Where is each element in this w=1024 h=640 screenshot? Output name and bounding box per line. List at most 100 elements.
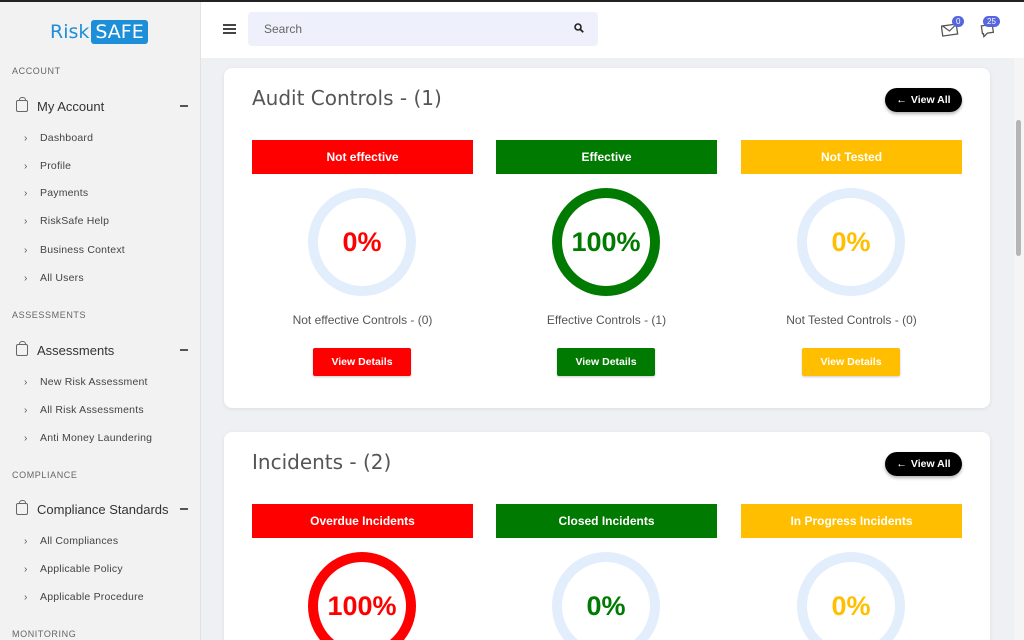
percent-value: 0% bbox=[586, 590, 626, 621]
sidebar-item-label: RiskSafe Help bbox=[40, 215, 110, 227]
incidents-title: Incidents - (2) bbox=[252, 450, 392, 474]
sidebar-item-all-users[interactable]: › All Users bbox=[24, 272, 84, 284]
sidebar-item-label: Applicable Procedure bbox=[40, 591, 144, 603]
sidebar-item-label: Payments bbox=[40, 187, 89, 199]
chevron-right-icon: › bbox=[24, 432, 28, 444]
audit-controls-card: Audit Controls - (1) ← View All Not effec… bbox=[224, 68, 990, 408]
top-header: 0 25 bbox=[201, 2, 1024, 58]
sidebar-group-label: Assessments bbox=[37, 342, 115, 358]
sidebar-item-all-risk-assessments[interactable]: › All Risk Assessments bbox=[24, 404, 144, 416]
incidents-column-in-progress: In Progress Incidents 0% bbox=[741, 504, 962, 640]
section-header-monitoring: MONITORING bbox=[12, 629, 77, 639]
sidebar-item-label: New Risk Assessment bbox=[40, 376, 148, 388]
sidebar-item-new-risk-assessment[interactable]: › New Risk Assessment bbox=[24, 376, 148, 388]
sidebar-item-profile[interactable]: › Profile bbox=[24, 160, 71, 172]
chevron-right-icon: › bbox=[24, 404, 28, 416]
progress-ring: 0% bbox=[308, 188, 416, 296]
sidebar-group-compliance-standards[interactable]: Compliance Standards bbox=[16, 499, 188, 519]
column-label: Not Tested Controls - (0) bbox=[786, 313, 917, 327]
incidents-card: Incidents - (2) ← View All Overdue Incide… bbox=[224, 432, 990, 640]
sidebar-item-anti-money-laundering[interactable]: › Anti Money Laundering bbox=[24, 432, 152, 444]
percent-value: 0% bbox=[831, 590, 871, 621]
view-details-button[interactable]: View Details bbox=[557, 348, 655, 376]
sidebar-item-applicable-procedure[interactable]: › Applicable Procedure bbox=[24, 591, 144, 603]
progress-ring: 0% bbox=[797, 188, 905, 296]
sidebar-item-label: Anti Money Laundering bbox=[40, 432, 153, 444]
bag-icon bbox=[16, 500, 28, 515]
menu-toggle-icon[interactable] bbox=[223, 24, 236, 34]
sidebar-item-label: All Compliances bbox=[40, 535, 119, 547]
collapse-icon[interactable] bbox=[180, 508, 188, 510]
logo-text-safe: SAFE bbox=[91, 20, 148, 44]
chevron-right-icon: › bbox=[24, 591, 28, 603]
chevron-right-icon: › bbox=[24, 535, 28, 547]
sidebar-item-applicable-policy[interactable]: › Applicable Policy bbox=[24, 563, 123, 575]
progress-ring: 100% bbox=[308, 552, 416, 640]
progress-ring: 0% bbox=[797, 552, 905, 640]
sidebar-item-label: Profile bbox=[40, 160, 72, 172]
audit-column-not-effective: Not effective 0% Not effective Controls … bbox=[252, 140, 473, 376]
arrow-left-icon: ← bbox=[896, 94, 907, 106]
view-all-label: View All bbox=[910, 94, 951, 106]
sidebar-item-label: Applicable Policy bbox=[40, 563, 123, 575]
column-header: Not Tested bbox=[741, 140, 962, 174]
search-bar bbox=[248, 12, 598, 46]
sidebar-item-business-context[interactable]: › Business Context bbox=[24, 244, 125, 256]
incidents-column-closed: Closed Incidents 0% bbox=[496, 504, 717, 640]
sidebar-item-label: All Risk Assessments bbox=[40, 404, 144, 416]
page-scrollbar[interactable] bbox=[1014, 58, 1024, 640]
sidebar-item-dashboard[interactable]: › Dashboard bbox=[24, 132, 93, 144]
progress-ring: 100% bbox=[552, 188, 660, 296]
view-details-button[interactable]: View Details bbox=[802, 348, 900, 376]
sidebar: Risk SAFE ACCOUNT My Account › Dashboard … bbox=[0, 2, 201, 640]
search-input[interactable] bbox=[248, 12, 558, 46]
chevron-right-icon: › bbox=[24, 215, 28, 227]
chat-count-badge: 25 bbox=[983, 16, 1000, 27]
chevron-right-icon: › bbox=[24, 563, 28, 575]
bag-icon bbox=[16, 97, 28, 112]
column-header: Not effective bbox=[252, 140, 473, 174]
view-details-button[interactable]: View Details bbox=[313, 348, 411, 376]
logo-text-risk: Risk bbox=[50, 21, 90, 43]
column-header: Closed Incidents bbox=[496, 504, 717, 538]
progress-ring: 0% bbox=[552, 552, 660, 640]
chevron-right-icon: › bbox=[24, 160, 28, 172]
column-label: Not effective Controls - (0) bbox=[292, 313, 433, 327]
audit-column-effective: Effective 100% Effective Controls - (1) … bbox=[496, 140, 717, 376]
collapse-icon[interactable] bbox=[180, 105, 188, 107]
column-header: In Progress Incidents bbox=[741, 504, 962, 538]
search-icon[interactable] bbox=[574, 23, 584, 33]
chevron-right-icon: › bbox=[24, 244, 28, 256]
view-all-label: View All bbox=[910, 458, 951, 470]
chevron-right-icon: › bbox=[24, 376, 28, 388]
bag-icon bbox=[16, 341, 28, 356]
sidebar-item-label: Dashboard bbox=[40, 132, 94, 144]
audit-controls-title: Audit Controls - (1) bbox=[252, 86, 442, 110]
section-header-assessments: ASSESSMENTS bbox=[12, 310, 87, 320]
collapse-icon[interactable] bbox=[180, 349, 188, 351]
incidents-view-all-button[interactable]: ← View All bbox=[885, 452, 962, 476]
sidebar-item-label: Business Context bbox=[40, 244, 125, 256]
section-header-compliance: COMPLIANCE bbox=[12, 470, 78, 480]
sidebar-group-assessments[interactable]: Assessments bbox=[16, 340, 188, 360]
chevron-right-icon: › bbox=[24, 187, 28, 199]
chevron-right-icon: › bbox=[24, 132, 28, 144]
percent-value: 0% bbox=[831, 226, 871, 257]
percent-value: 100% bbox=[571, 226, 641, 257]
sidebar-group-my-account[interactable]: My Account bbox=[16, 96, 188, 116]
chevron-right-icon: › bbox=[24, 272, 28, 284]
risksafe-logo[interactable]: Risk SAFE bbox=[50, 18, 148, 46]
sidebar-group-label: My Account bbox=[37, 98, 105, 114]
column-header: Effective bbox=[496, 140, 717, 174]
sidebar-item-all-compliances[interactable]: › All Compliances bbox=[24, 535, 118, 547]
scrollbar-thumb[interactable] bbox=[1016, 120, 1021, 256]
percent-value: 0% bbox=[342, 226, 382, 257]
sidebar-item-payments[interactable]: › Payments bbox=[24, 187, 88, 199]
arrow-left-icon: ← bbox=[896, 458, 907, 470]
column-header: Overdue Incidents bbox=[252, 504, 473, 538]
sidebar-group-label: Compliance Standards bbox=[37, 501, 169, 517]
sidebar-item-risksafe-help[interactable]: › RiskSafe Help bbox=[24, 215, 109, 227]
mail-count-badge: 0 bbox=[952, 16, 965, 27]
audit-view-all-button[interactable]: ← View All bbox=[885, 88, 962, 112]
percent-value: 100% bbox=[327, 590, 397, 621]
